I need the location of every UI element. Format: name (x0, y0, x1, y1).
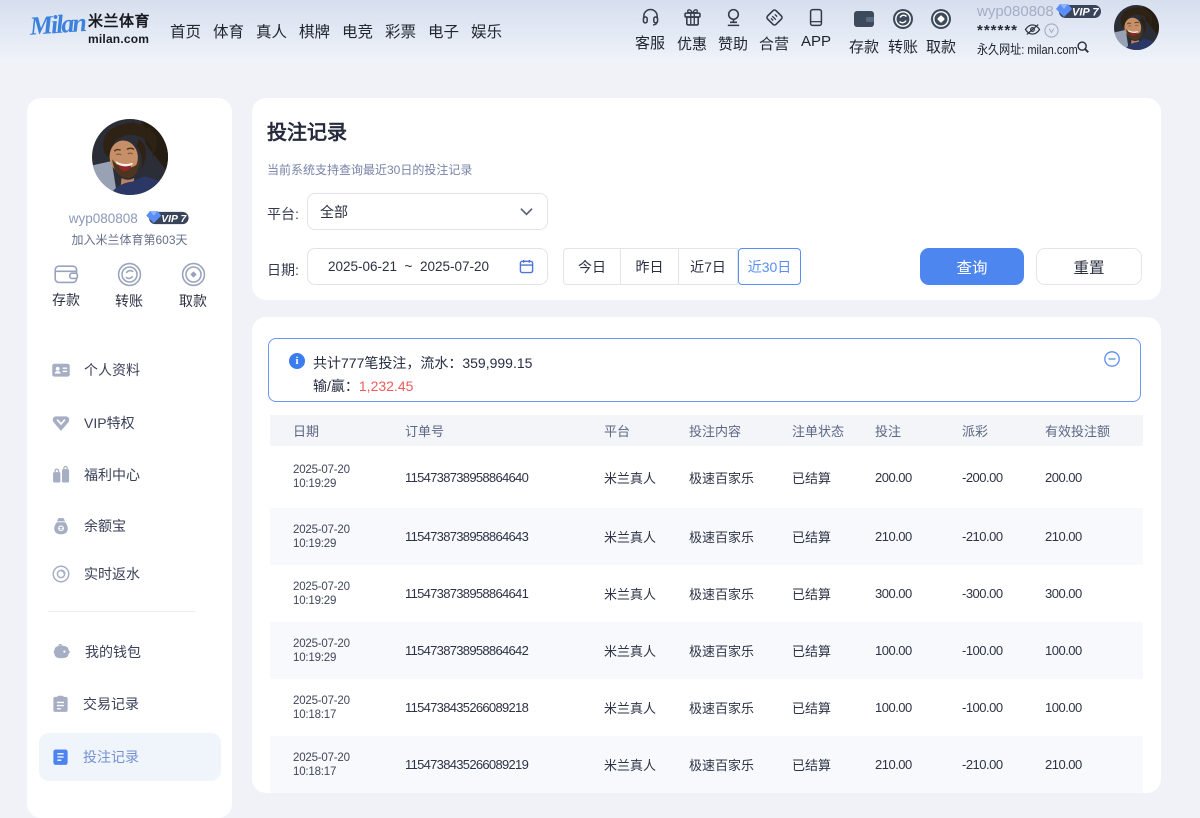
svg-text:VIP 7: VIP 7 (1072, 7, 1099, 19)
svg-text:VIP 7: VIP 7 (162, 214, 188, 225)
